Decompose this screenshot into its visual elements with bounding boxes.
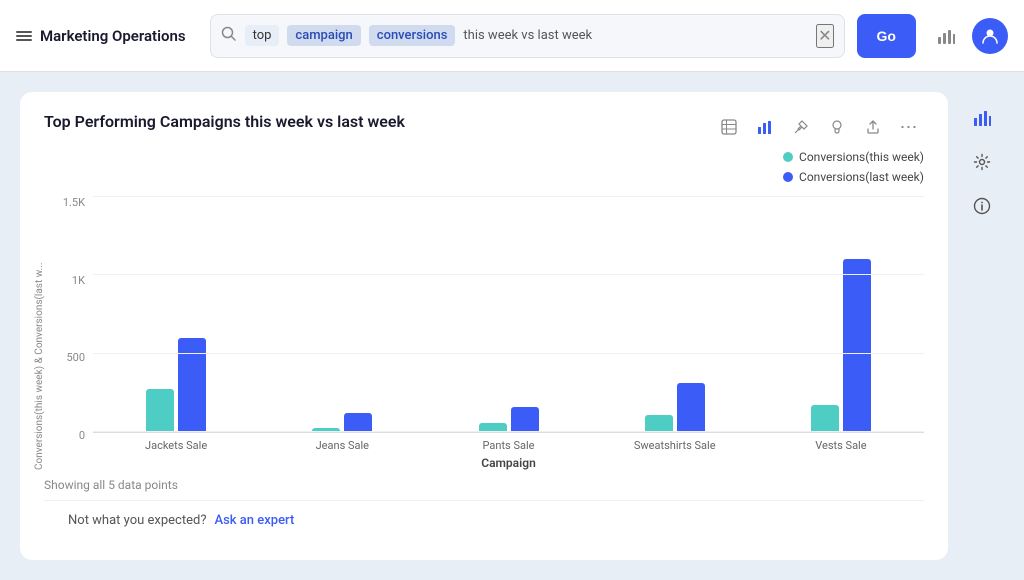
bars-area [93,196,924,433]
x-axis-title: Campaign [93,456,924,470]
y-tick-1000: 1K [72,274,85,287]
card-header: Top Performing Campaigns this week vs la… [44,112,924,192]
y-tick-1500: 1.5K [63,196,85,209]
bar-this-week [645,415,673,432]
analytics-icon-button[interactable] [928,18,964,54]
bar-group [758,259,924,432]
feedback-row: Not what you expected? Ask an expert [44,500,924,540]
tag-campaign[interactable]: campaign [287,25,360,46]
sidebar-chart-icon[interactable] [964,100,1000,136]
chart-inner: Conversions(this week) & Conversions(las… [44,196,924,470]
sidebar-settings-icon[interactable] [964,144,1000,180]
feedback-label: Not what you expected? [68,513,206,528]
y-axis: 1.5K 1K 500 0 [58,196,93,470]
legend-last-week: Conversions(last week) [783,170,924,184]
chart-title: Top Performing Campaigns this week vs la… [44,112,405,131]
bar-last-week [677,383,705,432]
bar-chart-icon[interactable] [750,112,780,142]
x-label: Jackets Sale [93,439,259,452]
search-query[interactable]: this week vs last week [463,28,808,43]
more-options-icon[interactable]: ⋯ [894,112,924,142]
tag-conversions[interactable]: conversions [369,25,456,46]
brand-name: Marketing Operations [40,27,186,45]
legend-dot-last-week [783,172,793,182]
x-label: Pants Sale [425,439,591,452]
search-icon [221,26,237,46]
bar-last-week [344,413,372,432]
search-bar[interactable]: top campaign conversions this week vs la… [210,14,845,58]
header-right [928,18,1008,54]
legend-this-week: Conversions(this week) [783,150,924,164]
main-content: Top Performing Campaigns this week vs la… [0,72,1024,580]
chart-plot: Jackets SaleJeans SalePants SaleSweatshi… [93,196,924,470]
legend-dot-this-week [783,152,793,162]
bar-group [259,413,425,432]
right-sidebar [960,92,1004,560]
bar-group [425,407,591,432]
bar-last-week [843,259,871,432]
chart-toolbar: ⋯ [714,112,924,142]
table-view-icon[interactable] [714,112,744,142]
legend-label-last-week: Conversions(last week) [799,170,924,184]
header: Marketing Operations top campaign conver… [0,0,1024,72]
brand-logo: Marketing Operations [16,27,198,45]
data-info: Showing all 5 data points [44,478,924,492]
bar-last-week [511,407,539,432]
ask-expert-link[interactable]: Ask an expert [214,513,294,528]
chart-area: Conversions(this week) & Conversions(las… [44,196,924,492]
tag-top[interactable]: top [245,25,280,46]
legend-label-this-week: Conversions(this week) [799,150,924,164]
bar-group [592,383,758,432]
bar-group [93,338,259,432]
bar-this-week [146,389,174,432]
x-label: Jeans Sale [259,439,425,452]
y-tick-0: 0 [79,429,85,442]
grid-line-top [93,196,924,197]
share-icon[interactable] [858,112,888,142]
bar-this-week [811,405,839,432]
x-label: Vests Sale [758,439,924,452]
pin-icon[interactable] [786,112,816,142]
brand-icon [16,31,32,41]
sidebar-info-icon[interactable] [964,188,1000,224]
x-labels: Jackets SaleJeans SalePants SaleSweatshi… [93,439,924,452]
x-label: Sweatshirts Sale [592,439,758,452]
bar-this-week [312,428,340,432]
go-button[interactable]: Go [857,14,916,58]
y-tick-500: 500 [66,351,85,364]
y-axis-title: Conversions(this week) & Conversions(las… [34,196,45,470]
bar-last-week [178,338,206,432]
bar-this-week [479,423,507,432]
chart-card: Top Performing Campaigns this week vs la… [20,92,948,560]
insight-icon[interactable] [822,112,852,142]
y-axis-title-wrap: Conversions(this week) & Conversions(las… [44,196,58,470]
chart-legend: Conversions(this week) Conversions(last … [783,150,924,184]
user-avatar-button[interactable] [972,18,1008,54]
clear-search-button[interactable]: ✕ [816,24,833,48]
